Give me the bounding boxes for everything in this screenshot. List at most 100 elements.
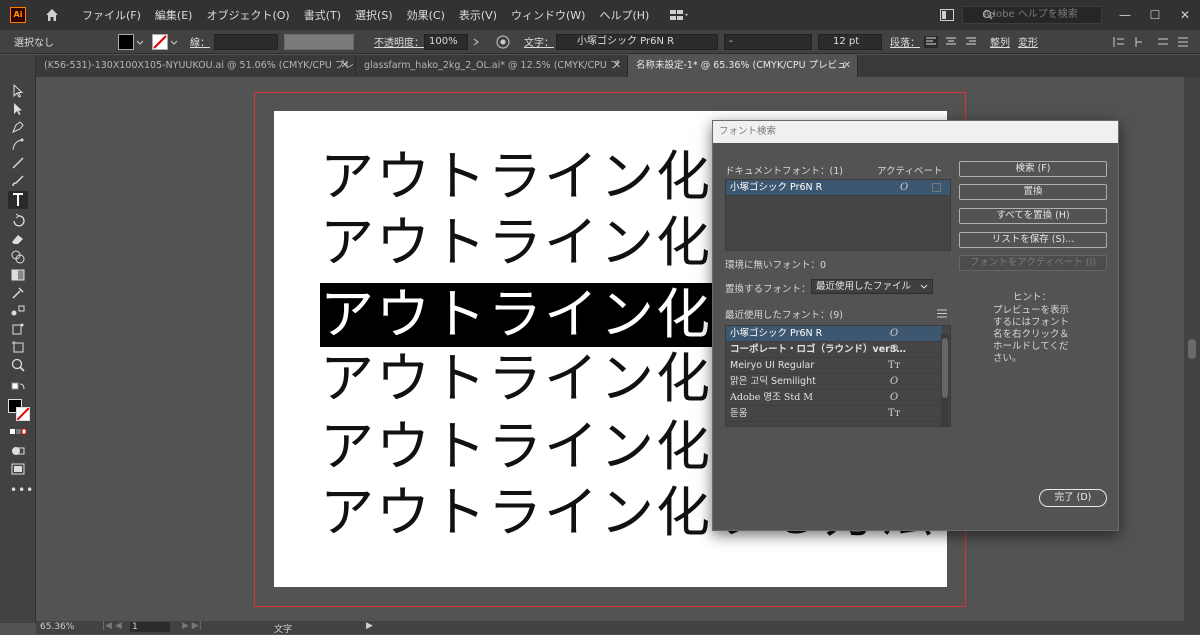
stroke-label[interactable]: 線： <box>190 34 210 49</box>
next-artboard-icon[interactable]: ▶ ▶| <box>182 621 202 631</box>
opacity-label[interactable]: 不透明度： <box>374 34 424 49</box>
character-label[interactable]: 文字： <box>524 34 554 49</box>
title-right-area: Adobe ヘルプを検索 — ☐ ✕ <box>940 0 1200 30</box>
eyedropper-tool-icon[interactable] <box>10 285 26 301</box>
recolor-icon[interactable] <box>496 35 510 49</box>
scroll-thumb[interactable] <box>942 338 948 398</box>
rotate-tool-icon[interactable] <box>10 213 26 229</box>
blend-tool-icon[interactable] <box>10 303 26 319</box>
transform-label[interactable]: 変形 <box>1018 34 1038 49</box>
list-item[interactable]: 맑은 고딕 Semilight O <box>726 374 942 390</box>
save-list-button[interactable]: リストを保存 (S)... <box>959 232 1107 248</box>
direct-selection-tool-icon[interactable] <box>10 101 26 117</box>
close-icon[interactable]: ✕ <box>341 55 349 77</box>
list-item[interactable]: 小塚ゴシック Pr6N R O <box>726 326 942 342</box>
menu-help[interactable]: ヘルプ(H) <box>599 7 649 23</box>
font-style-dropdown[interactable]: - <box>724 34 812 50</box>
first-artboard-icon[interactable]: |◀ ◀ <box>102 621 122 631</box>
close-icon[interactable]: ✕ <box>613 55 621 77</box>
dialog-title: フォント検索 <box>713 121 1118 143</box>
vertical-scrollbar[interactable] <box>1184 77 1200 623</box>
menu-view[interactable]: 表示(V) <box>459 7 497 23</box>
close-window-button[interactable]: ✕ <box>1170 8 1200 22</box>
menu-file[interactable]: ファイル(F) <box>82 7 141 23</box>
menu-effect[interactable]: 効果(C) <box>407 7 445 23</box>
opacity-field[interactable]: 100% <box>424 34 468 50</box>
font-size-field[interactable]: 12 pt <box>818 34 882 50</box>
recent-fonts-label: 最近使用したフォント：(9) <box>725 310 843 321</box>
opentype-font-icon: O <box>890 344 899 355</box>
zoom-tool-icon[interactable] <box>10 357 26 373</box>
minimize-button[interactable]: — <box>1110 8 1140 22</box>
list-item[interactable]: 돋움 Tт <box>726 406 942 422</box>
fill-swatch[interactable] <box>118 34 134 50</box>
control-bar-extra-icons[interactable] <box>1112 35 1192 49</box>
panel-toggle-icon[interactable] <box>940 9 954 21</box>
none-stroke-icon <box>16 407 30 421</box>
more-tools-icon[interactable]: ••• <box>10 483 34 497</box>
chevron-right-icon[interactable] <box>472 38 480 46</box>
zoom-level[interactable]: 65.36% <box>40 622 74 632</box>
menu-object[interactable]: オブジェクト(O) <box>206 7 289 23</box>
find-button[interactable]: 検索 (F) <box>959 161 1107 177</box>
list-item[interactable]: コーポレート・ロゴ（ラウンド）ver3… O <box>726 342 942 358</box>
stroke-profile-dropdown[interactable] <box>284 34 354 50</box>
menu-select[interactable]: 選択(S) <box>355 7 393 23</box>
chevron-down-icon[interactable] <box>136 40 144 46</box>
close-icon[interactable]: ✕ <box>843 55 851 77</box>
maximize-button[interactable]: ☐ <box>1140 8 1170 22</box>
swap-colors-icon[interactable] <box>10 381 26 397</box>
paragraph-align-icons[interactable] <box>924 36 984 48</box>
document-fonts-list[interactable]: 小塚ゴシック Pr6N R O <box>725 179 951 251</box>
missing-fonts-label: 環境に無いフォント：0 <box>725 260 827 271</box>
tab-document-1[interactable]: (K56-531)-130X100X105-NYUUKOU.ai @ 51.06… <box>36 55 356 93</box>
curvature-tool-icon[interactable] <box>10 137 26 153</box>
scroll-thumb[interactable] <box>1188 339 1196 359</box>
color-mode-icons[interactable] <box>10 425 26 441</box>
artboard-number-field[interactable]: 1 <box>130 622 170 632</box>
list-item[interactable]: 小塚ゴシック Pr6N R O <box>726 180 950 196</box>
align-label[interactable]: 整列 <box>990 34 1010 49</box>
symbol-sprayer-tool-icon[interactable] <box>10 321 26 337</box>
shape-builder-tool-icon[interactable] <box>10 249 26 265</box>
replace-font-label: 置換するフォント： <box>725 284 811 295</box>
menu-type[interactable]: 書式(T) <box>304 7 341 23</box>
type-tool-active[interactable] <box>8 191 28 209</box>
truetype-font-icon: Tт <box>888 360 901 371</box>
font-family-dropdown[interactable]: 小塚ゴシック Pr6N R <box>556 34 718 50</box>
stroke-swatch[interactable] <box>152 34 168 50</box>
tab-document-3[interactable]: 名称未設定-1* @ 65.36% (CMYK/CPU プレビュー)✕ <box>628 55 858 93</box>
eraser-tool-icon[interactable] <box>10 231 26 247</box>
tab-document-2[interactable]: glassfarm_hako_2kg_2_OL.ai* @ 12.5% (CMY… <box>356 55 628 93</box>
line-tool-icon[interactable] <box>10 155 26 171</box>
done-button[interactable]: 完了 (D) <box>1039 489 1107 507</box>
replace-font-source-dropdown[interactable]: 最近使用したファイル <box>811 279 933 294</box>
replace-all-button[interactable]: すべてを置換 (H) <box>959 208 1107 224</box>
recent-fonts-list[interactable]: 小塚ゴシック Pr6N R O コーポレート・ロゴ（ラウンド）ver3… O M… <box>725 325 951 427</box>
selection-tool-icon[interactable] <box>10 83 26 99</box>
chevron-down-icon[interactable] <box>170 40 178 46</box>
font-name: 小塚ゴシック Pr6N R <box>730 182 823 193</box>
screen-mode-icon[interactable] <box>10 461 26 477</box>
menu-window[interactable]: ウィンドウ(W) <box>511 7 585 23</box>
activate-font-button[interactable]: フォントをアクティベート (I) <box>959 255 1107 271</box>
workspace-switcher-icon[interactable] <box>669 8 689 22</box>
opentype-font-icon: O <box>900 182 909 193</box>
list-menu-icon[interactable] <box>937 309 947 318</box>
draw-mode-icon[interactable] <box>10 443 26 459</box>
replace-button[interactable]: 置換 <box>959 184 1107 200</box>
stroke-color-box[interactable] <box>16 407 30 421</box>
paragraph-label[interactable]: 段落： <box>890 34 920 49</box>
paintbrush-tool-icon[interactable] <box>10 173 26 189</box>
pen-tool-icon[interactable] <box>10 119 26 135</box>
menu-edit[interactable]: 編集(E) <box>155 7 193 23</box>
list-item[interactable]: Meiryo UI Regular Tт <box>726 358 942 374</box>
list-item[interactable]: Adobe 명조 Std M O <box>726 390 942 406</box>
gradient-tool-icon[interactable] <box>10 267 26 283</box>
status-menu-icon[interactable]: ▶ <box>366 621 373 631</box>
recent-fonts-scrollbar[interactable] <box>941 334 949 426</box>
activate-checkbox[interactable] <box>932 183 941 192</box>
stroke-weight-field[interactable] <box>214 34 278 50</box>
artboard-tool-icon[interactable] <box>10 339 26 355</box>
home-icon[interactable] <box>44 7 60 23</box>
